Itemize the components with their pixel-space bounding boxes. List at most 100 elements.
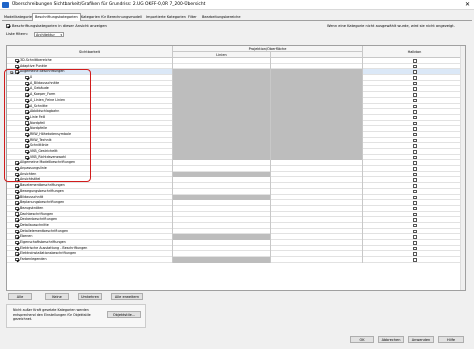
category-visibility-checkbox[interactable] [15, 184, 19, 188]
close-icon[interactable]: ✕ [465, 1, 470, 8]
halftone-checkbox[interactable] [413, 98, 417, 103]
category-label: Bauelementbeschriftungen [20, 183, 65, 188]
halftone-checkbox[interactable] [413, 235, 417, 239]
category-label: 3D-Schnittbereiche [20, 58, 52, 62]
category-visibility-checkbox[interactable] [15, 212, 19, 216]
invert-button[interactable]: Umkehren [78, 293, 102, 300]
filter-select[interactable]: Architektur [34, 32, 64, 37]
halftone-checkbox[interactable] [413, 206, 417, 211]
halftone-checkbox[interactable] [413, 229, 417, 234]
object-styles-info: Nicht außer Kraft gesetzte Kategorien we… [13, 308, 91, 322]
halftone-checkbox[interactable] [413, 104, 417, 108]
category-label: Bewegungsbeschriftungen [20, 188, 64, 193]
halftone-cell [363, 257, 465, 263]
tab-annotation-categories[interactable]: Beschriftungskategorien [32, 13, 81, 21]
halftone-checkbox[interactable] [413, 81, 417, 86]
red-highlight-annotation [4, 69, 91, 182]
halftone-checkbox[interactable] [413, 241, 417, 245]
category-visibility-checkbox[interactable] [15, 64, 19, 69]
category-label: Dachbeschriftungen [20, 211, 54, 216]
projection-extra-cell [271, 257, 363, 263]
halftone-checkbox[interactable] [413, 252, 417, 256]
halftone-checkbox[interactable] [413, 189, 417, 194]
column-header-halftone[interactable]: Halbton [363, 46, 465, 58]
category-visibility-checkbox[interactable] [15, 58, 19, 63]
halftone-checkbox[interactable] [413, 70, 417, 74]
select-all-button[interactable]: Alle [8, 293, 32, 300]
tab-worksets[interactable]: Bearbeitungsbereiche [200, 14, 243, 21]
halftone-checkbox[interactable] [413, 115, 417, 120]
category-row[interactable]: Farbenlegenden [7, 257, 465, 263]
category-label: Deckenbeschriftungen [20, 217, 58, 222]
lines-override-cell[interactable] [173, 257, 271, 263]
halftone-checkbox[interactable] [413, 223, 417, 228]
category-visibility-checkbox[interactable] [15, 201, 19, 205]
halftone-checkbox[interactable] [413, 195, 417, 199]
halftone-checkbox[interactable] [413, 258, 417, 262]
halftone-checkbox[interactable] [413, 110, 417, 114]
title-bar: Überschreibungen Sichtbarkeit/Grafiken f… [0, 0, 474, 10]
window-title: Überschreibungen Sichtbarkeit/Grafiken f… [12, 2, 206, 7]
show-annotations-checkbox[interactable] [6, 24, 10, 28]
category-visibility-checkbox[interactable] [15, 246, 19, 251]
halftone-checkbox[interactable] [413, 121, 417, 126]
halftone-checkbox[interactable] [413, 87, 417, 91]
category-label: Detailelementbeschriftungen [20, 228, 69, 233]
category-visibility-checkbox[interactable] [15, 206, 19, 211]
tab-analytical-model-categories[interactable]: Kategorien für Berechnungsmodell [79, 14, 144, 21]
halftone-checkbox[interactable] [413, 155, 417, 160]
category-label: Beplanungsbeschriftungen [20, 200, 65, 205]
category-label: Ebenen [20, 234, 33, 239]
category-visibility-checkbox[interactable] [15, 235, 19, 239]
cancel-button[interactable]: Abbrechen [378, 336, 404, 343]
category-visibility-checkbox[interactable] [15, 189, 19, 194]
category-label: Farbenlegenden [20, 257, 47, 262]
halftone-checkbox[interactable] [413, 212, 417, 217]
category-label: Elektrische Ausstattung - Beschriftungen [20, 245, 88, 250]
category-visibility-checkbox[interactable] [15, 240, 19, 245]
expand-all-button[interactable]: Alle erweitern [111, 293, 143, 300]
halftone-checkbox[interactable] [413, 178, 417, 182]
category-label: Elektroinstallationsbeschriftungen [20, 251, 77, 256]
halftone-checkbox[interactable] [413, 161, 417, 165]
category-visibility-checkbox[interactable] [15, 229, 19, 234]
category-visibility-checkbox[interactable] [15, 257, 19, 262]
filter-label: Liste filtern: [6, 32, 28, 36]
category-cell: Farbenlegenden [7, 257, 173, 263]
apply-button[interactable]: Anwenden [408, 336, 434, 343]
show-annotations-option[interactable]: Beschriftungskategorien in dieser Ansich… [6, 23, 107, 29]
halftone-checkbox[interactable] [413, 127, 417, 131]
category-label: Bezugsknöten [20, 205, 44, 210]
select-none-button[interactable]: Keine [45, 293, 69, 300]
halftone-checkbox[interactable] [413, 144, 417, 148]
category-label: Eigenschaftsbeschriftungen [20, 240, 66, 244]
column-header-visibility[interactable]: Sichtbarkeit [7, 46, 173, 58]
category-visibility-checkbox[interactable] [15, 223, 19, 228]
halftone-checkbox[interactable] [413, 59, 417, 63]
category-visibility-checkbox[interactable] [15, 252, 19, 256]
category-label: Bildausschnitt [20, 194, 44, 199]
category-visibility-checkbox[interactable] [15, 195, 19, 199]
halftone-checkbox[interactable] [413, 218, 417, 222]
ok-button[interactable]: OK [350, 336, 374, 343]
halftone-checkbox[interactable] [413, 201, 417, 205]
halftone-checkbox[interactable] [413, 150, 417, 154]
hint-text: Wenn eine Kategorie nicht ausgewählt wur… [327, 24, 455, 28]
tab-filters[interactable]: Filter [186, 14, 199, 21]
halftone-checkbox[interactable] [413, 184, 417, 188]
vertical-scrollbar[interactable] [460, 46, 465, 290]
halftone-checkbox[interactable] [413, 64, 417, 69]
halftone-checkbox[interactable] [413, 132, 417, 137]
object-styles-box: Nicht außer Kraft gesetzte Kategorien we… [6, 304, 146, 328]
halftone-checkbox[interactable] [413, 138, 417, 143]
category-visibility-checkbox[interactable] [15, 218, 19, 222]
object-styles-button[interactable]: Objektstile... [107, 311, 141, 318]
tab-imported-categories[interactable]: Importierte Kategorien [144, 14, 188, 21]
halftone-checkbox[interactable] [413, 167, 417, 171]
halftone-checkbox[interactable] [413, 246, 417, 251]
halftone-checkbox[interactable] [413, 76, 417, 80]
show-annotations-label: Beschriftungskategorien in dieser Ansich… [12, 24, 107, 28]
halftone-checkbox[interactable] [413, 172, 417, 177]
help-button[interactable]: Hilfe [438, 336, 464, 343]
halftone-checkbox[interactable] [413, 93, 417, 97]
